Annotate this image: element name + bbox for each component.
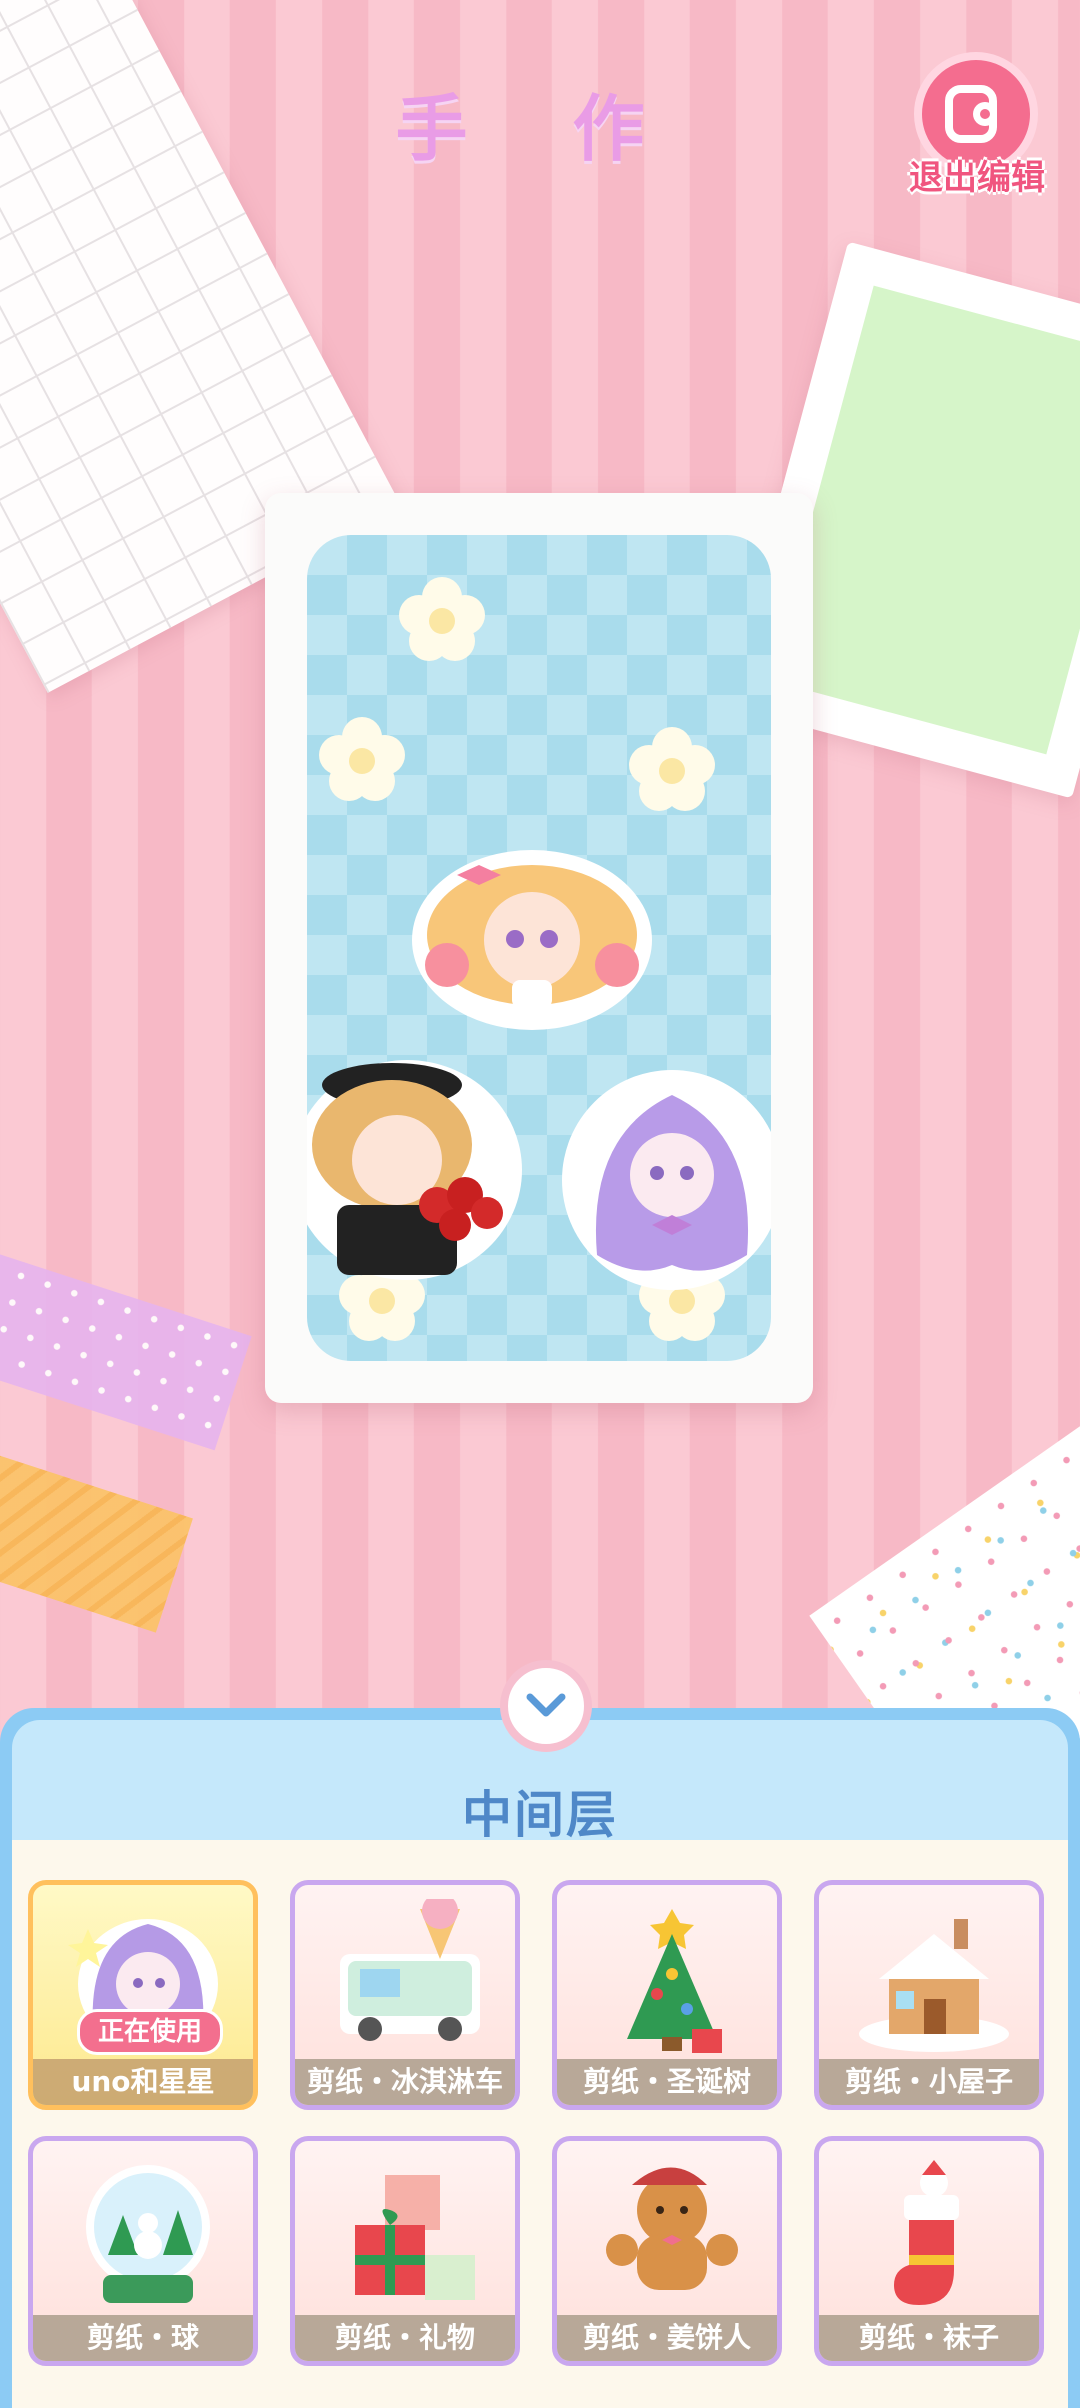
gift-boxes-icon bbox=[355, 2175, 475, 2300]
exit-edit-label: 退出编辑 bbox=[909, 158, 1045, 198]
sticker-item-ice-cream-truck[interactable]: 剪纸・冰淇淋车 bbox=[290, 1880, 520, 2110]
layer-panel: 中间层 正在使用 uno和星星 剪纸・冰淇淋车 剪纸・圣诞树 剪纸・小屋子 剪纸… bbox=[0, 1708, 1080, 2408]
sticker-item-label: 剪纸・冰淇淋车 bbox=[295, 2059, 515, 2105]
gingerbread-man-icon bbox=[606, 2167, 738, 2290]
flower-decoration-icon bbox=[629, 727, 715, 811]
flower-decoration-icon bbox=[319, 717, 405, 801]
washi-tape-purple bbox=[0, 1249, 252, 1451]
sticker-item-label: 剪纸・球 bbox=[33, 2315, 253, 2361]
sticker-item-label: 剪纸・姜饼人 bbox=[557, 2315, 777, 2361]
ice-cream-truck-icon bbox=[340, 1899, 480, 2041]
girl-sticker[interactable] bbox=[407, 835, 657, 1035]
sticker-item-label: 剪纸・圣诞树 bbox=[557, 2059, 777, 2105]
chevron-down-icon bbox=[526, 1693, 566, 1717]
sticker-item-gift[interactable]: 剪纸・礼物 bbox=[290, 2136, 520, 2366]
sticker-item-label: uno和星星 bbox=[33, 2059, 253, 2105]
sticker-item-stocking[interactable]: 剪纸・袜子 bbox=[814, 2136, 1044, 2366]
christmas-tree-icon bbox=[627, 1909, 722, 2053]
in-use-badge: 正在使用 bbox=[77, 2009, 223, 2055]
sticker-item-gingerbread[interactable]: 剪纸・姜饼人 bbox=[552, 2136, 782, 2366]
sticker-item-label: 剪纸・小屋子 bbox=[819, 2059, 1039, 2105]
sticker-grid: 正在使用 uno和星星 剪纸・冰淇淋车 剪纸・圣诞树 剪纸・小屋子 剪纸・球 剪… bbox=[12, 1840, 1068, 2408]
man-roses-sticker[interactable] bbox=[307, 1055, 537, 1285]
sticker-item-house[interactable]: 剪纸・小屋子 bbox=[814, 1880, 1044, 2110]
collapse-panel-button[interactable] bbox=[500, 1660, 592, 1752]
sticker-item-christmas-tree[interactable]: 剪纸・圣诞树 bbox=[552, 1880, 782, 2110]
flower-decoration-icon bbox=[399, 577, 485, 661]
sticker-item-label: 剪纸・袜子 bbox=[819, 2315, 1039, 2361]
snow-globe-icon bbox=[86, 2165, 210, 2303]
craft-canvas[interactable] bbox=[265, 493, 813, 1403]
exit-edit-button[interactable]: 退出编辑 bbox=[892, 52, 1062, 202]
sticker-item-globe[interactable]: 剪纸・球 bbox=[28, 2136, 258, 2366]
sticker-item-uno[interactable]: 正在使用 uno和星星 bbox=[28, 1880, 258, 2110]
christmas-stocking-icon bbox=[894, 2160, 959, 2305]
snow-house-icon bbox=[859, 1919, 1009, 2052]
purple-ghost-sticker[interactable] bbox=[557, 1055, 771, 1295]
panel-title: 中间层 bbox=[462, 1786, 618, 1844]
canvas-background bbox=[307, 535, 771, 1361]
washi-tape-orange bbox=[0, 1447, 193, 1633]
sticker-item-label: 剪纸・礼物 bbox=[295, 2315, 515, 2361]
